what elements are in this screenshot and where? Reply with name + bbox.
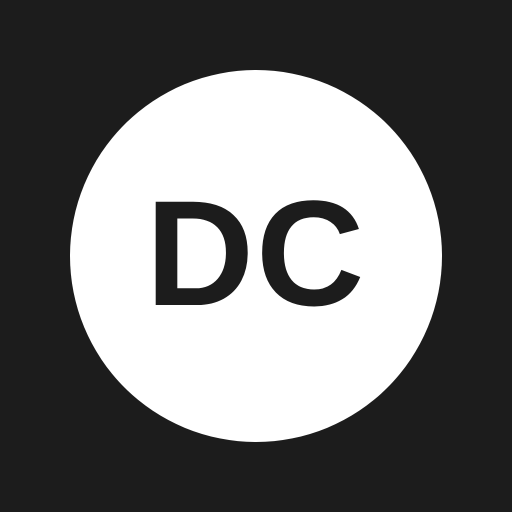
avatar: DC — [70, 70, 442, 442]
avatar-canvas: DC — [0, 0, 512, 512]
avatar-initials: DC — [145, 169, 367, 337]
